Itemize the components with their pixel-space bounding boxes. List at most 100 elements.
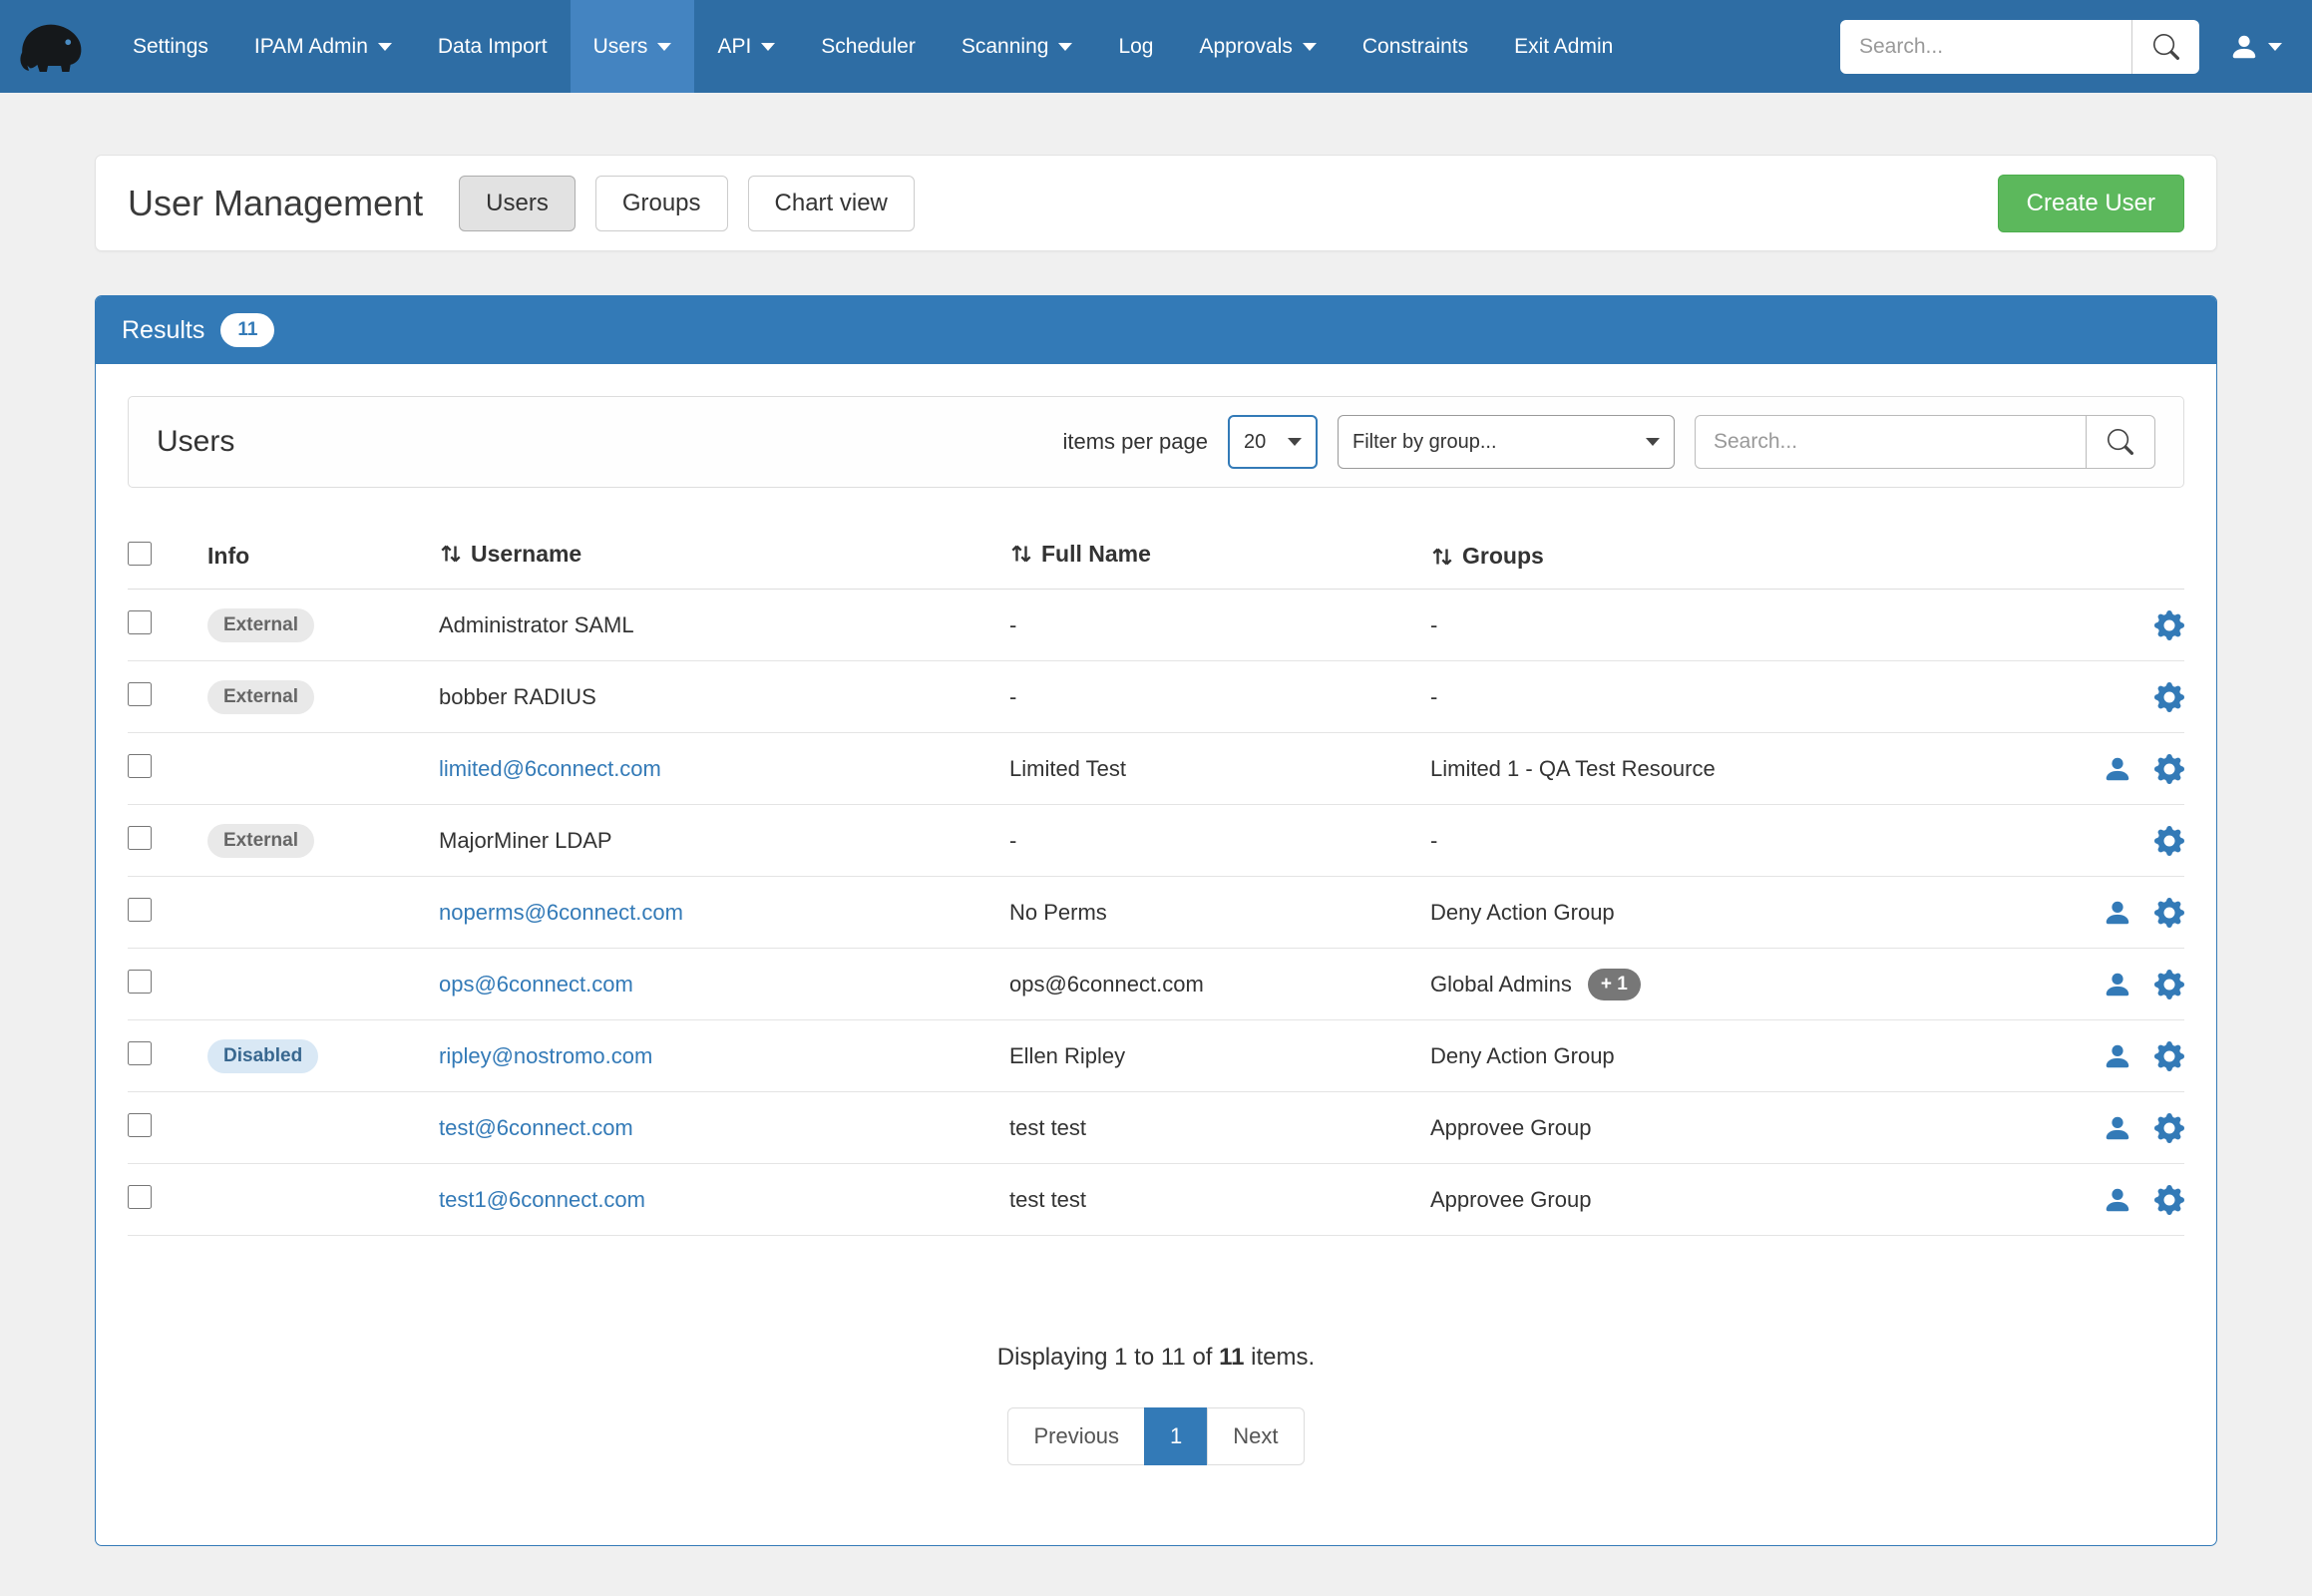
full-name-cell: test test	[1009, 1187, 1430, 1213]
nav-item-ipam-admin[interactable]: IPAM Admin	[231, 0, 415, 93]
username-column-header[interactable]: Username	[439, 541, 581, 568]
nav-item-label: Scanning	[962, 35, 1049, 59]
nav-item-approvals[interactable]: Approvals	[1176, 0, 1339, 93]
table-row: noperms@6connect.com No Perms Deny Actio…	[128, 877, 2184, 949]
username-cell[interactable]: limited@6connect.com	[439, 756, 661, 781]
full-name-cell: No Perms	[1009, 900, 1430, 926]
gear-icon[interactable]	[2154, 970, 2184, 999]
user-icon[interactable]	[2103, 1113, 2132, 1143]
row-checkbox[interactable]	[128, 1041, 152, 1065]
user-icon[interactable]	[2103, 754, 2132, 784]
items-per-page-label: items per page	[1062, 429, 1208, 455]
nav-item-scanning[interactable]: Scanning	[939, 0, 1096, 93]
nav-item-label: IPAM Admin	[254, 35, 368, 59]
create-user-button[interactable]: Create User	[1998, 175, 2184, 232]
full-name-cell: test test	[1009, 1115, 1430, 1141]
groups-cell: Limited 1 - QA Test Resource	[1430, 756, 1716, 782]
navbar-search-input[interactable]	[1840, 20, 2131, 74]
groups-cell: Deny Action Group	[1430, 900, 1615, 926]
caret-down-icon	[1058, 43, 1072, 51]
gear-icon[interactable]	[2154, 826, 2184, 856]
search-icon	[2108, 429, 2133, 455]
results-panel-header: Results 11	[96, 296, 2216, 364]
select-all-checkbox[interactable]	[128, 542, 152, 566]
table-row: test@6connect.com test test Approvee Gro…	[128, 1092, 2184, 1164]
row-checkbox[interactable]	[128, 610, 152, 634]
user-icon[interactable]	[2103, 970, 2132, 999]
table-search-button[interactable]	[2086, 415, 2155, 469]
account-menu[interactable]	[2229, 32, 2282, 62]
caret-down-icon	[761, 43, 775, 51]
username-cell[interactable]: test@6connect.com	[439, 1115, 633, 1140]
results-panel: Results 11 Users items per page 20 Filte…	[95, 295, 2217, 1546]
table-search-input[interactable]	[1695, 415, 2086, 469]
group-filter-select[interactable]: Filter by group...	[1338, 415, 1675, 469]
row-checkbox[interactable]	[128, 826, 152, 850]
full-name-cell: -	[1009, 612, 1430, 638]
username-cell[interactable]: noperms@6connect.com	[439, 900, 683, 925]
results-count-badge: 11	[220, 313, 274, 347]
status-badge: External	[207, 608, 314, 642]
sort-icon	[439, 542, 463, 566]
tab-groups[interactable]: Groups	[595, 176, 728, 231]
username-cell[interactable]: ops@6connect.com	[439, 972, 633, 997]
nav-item-scheduler[interactable]: Scheduler	[798, 0, 939, 93]
user-icon[interactable]	[2103, 898, 2132, 928]
status-badge: Disabled	[207, 1039, 318, 1073]
nav-item-label: Approvals	[1199, 35, 1292, 59]
table-row: test1@6connect.com test test Approvee Gr…	[128, 1164, 2184, 1236]
pagination-summary: Displaying 1 to 11 of 11 items.	[128, 1344, 2184, 1372]
row-checkbox[interactable]	[128, 754, 152, 778]
nav-item-label: Data Import	[438, 35, 548, 59]
row-checkbox[interactable]	[128, 1185, 152, 1209]
gear-icon[interactable]	[2154, 682, 2184, 712]
nav-item-log[interactable]: Log	[1095, 0, 1176, 93]
gear-icon[interactable]	[2154, 1113, 2184, 1143]
table-row: Disabled ripley@nostromo.com Ellen Riple…	[128, 1020, 2184, 1092]
row-checkbox[interactable]	[128, 1113, 152, 1137]
tab-chart-view[interactable]: Chart view	[748, 176, 915, 231]
nav-item-settings[interactable]: Settings	[110, 0, 231, 93]
row-checkbox[interactable]	[128, 682, 152, 706]
full-name-cell: -	[1009, 828, 1430, 854]
row-checkbox[interactable]	[128, 898, 152, 922]
nav-item-exit-admin[interactable]: Exit Admin	[1491, 0, 1636, 93]
nav-item-constraints[interactable]: Constraints	[1340, 0, 1491, 93]
caret-down-icon	[2268, 43, 2282, 51]
tab-users[interactable]: Users	[459, 176, 576, 231]
status-badge: External	[207, 824, 314, 858]
nav-item-data-import[interactable]: Data Import	[415, 0, 571, 93]
brand-logo[interactable]	[14, 11, 94, 83]
table-row: External MajorMiner LDAP - -	[128, 805, 2184, 877]
caret-down-icon	[1646, 438, 1660, 446]
nav-item-api[interactable]: API	[694, 0, 798, 93]
nav-item-users[interactable]: Users	[571, 0, 695, 93]
gear-icon[interactable]	[2154, 898, 2184, 928]
table-search	[1695, 415, 2155, 469]
items-per-page-value: 20	[1244, 431, 1266, 454]
page-1-button[interactable]: 1	[1144, 1407, 1208, 1465]
gear-icon[interactable]	[2154, 1185, 2184, 1215]
toolbar-title: Users	[157, 425, 234, 459]
full-name-column-header[interactable]: Full Name	[1009, 541, 1151, 568]
next-page-button[interactable]: Next	[1207, 1407, 1304, 1465]
groups-cell: Deny Action Group	[1430, 1043, 1615, 1069]
username-cell[interactable]: test1@6connect.com	[439, 1187, 645, 1212]
row-checkbox[interactable]	[128, 970, 152, 994]
extra-groups-badge[interactable]: + 1	[1588, 969, 1641, 1000]
username-cell[interactable]: ripley@nostromo.com	[439, 1043, 652, 1068]
info-column-header: Info	[207, 543, 249, 569]
gear-icon[interactable]	[2154, 1041, 2184, 1071]
user-icon[interactable]	[2103, 1185, 2132, 1215]
gear-icon[interactable]	[2154, 754, 2184, 784]
pagination: Previous 1 Next	[128, 1407, 2184, 1465]
groups-cell: -	[1430, 684, 1437, 710]
groups-column-header[interactable]: Groups	[1430, 543, 1544, 570]
user-icon[interactable]	[2103, 1041, 2132, 1071]
previous-page-button[interactable]: Previous	[1007, 1407, 1145, 1465]
gear-icon[interactable]	[2154, 610, 2184, 640]
items-per-page-select[interactable]: 20	[1228, 415, 1318, 469]
table-toolbar: Users items per page 20 Filter by group.…	[128, 396, 2184, 488]
navbar-search-button[interactable]	[2131, 20, 2199, 74]
group-filter-value: Filter by group...	[1352, 431, 1497, 454]
